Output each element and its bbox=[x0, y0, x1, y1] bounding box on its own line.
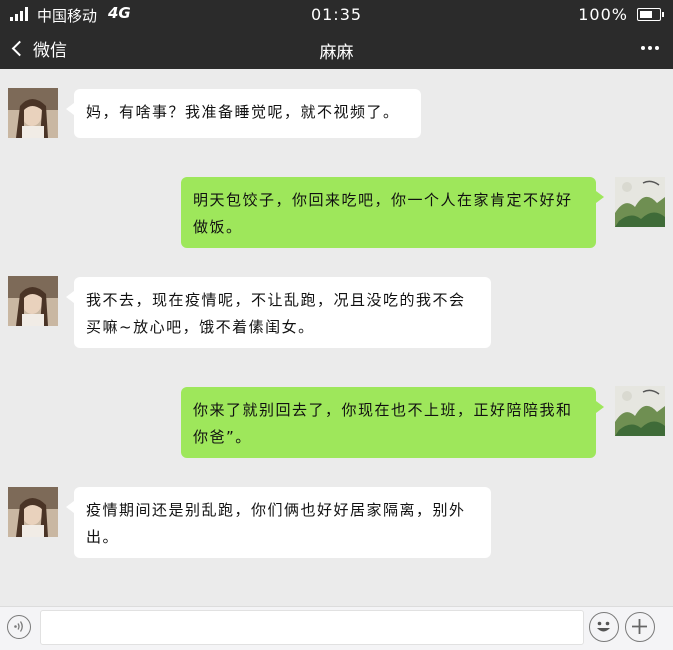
my-avatar[interactable] bbox=[615, 386, 665, 436]
contact-avatar[interactable] bbox=[8, 276, 58, 326]
emoji-button[interactable] bbox=[589, 612, 619, 642]
message-bubble[interactable]: 疫情期间还是别乱跑，你们俩也好好居家隔离，别外出。 bbox=[66, 487, 491, 558]
more-dots-icon bbox=[641, 46, 645, 50]
message-bubble[interactable]: 明天包饺子，你回来吃吧，你一个人在家肯定不好好做饭。 bbox=[181, 177, 604, 248]
chat-title: 麻麻 bbox=[319, 43, 354, 63]
status-time: 01:35 bbox=[310, 5, 363, 24]
voice-icon bbox=[14, 621, 23, 632]
message-bubble[interactable]: 妈，有啥事？我准备睡觉呢，就不视频了。 bbox=[66, 89, 421, 138]
message-bubble[interactable]: 你来了就别回去了，你现在也不上班，正好陪陪我和你爸”。 bbox=[181, 387, 604, 458]
contact-avatar[interactable] bbox=[8, 487, 58, 537]
message-input[interactable] bbox=[40, 610, 584, 645]
plus-icon bbox=[632, 619, 647, 634]
more-options-button[interactable] bbox=[637, 36, 663, 60]
message-bubble[interactable]: 我不去，现在疫情呢，不让乱跑，况且没吃的我不会买嘛~放心吧，饿不着傃闺女。 bbox=[66, 277, 491, 348]
title-bar: 微信 麻麻 bbox=[0, 28, 673, 69]
voice-button[interactable] bbox=[7, 615, 31, 639]
my-avatar[interactable] bbox=[615, 177, 665, 227]
input-bar bbox=[0, 606, 673, 650]
contact-avatar[interactable] bbox=[8, 88, 58, 138]
battery-percent: 100% bbox=[578, 5, 628, 24]
more-functions-button[interactable] bbox=[625, 612, 655, 642]
emoji-icon bbox=[597, 621, 610, 632]
status-bar: 中国移动 4G 01:35 100% bbox=[0, 0, 673, 28]
battery-icon bbox=[637, 8, 664, 21]
